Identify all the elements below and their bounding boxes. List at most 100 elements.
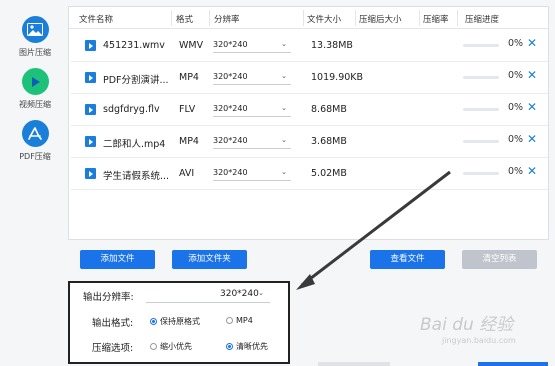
radio-selected-icon	[150, 318, 157, 325]
resolution-select[interactable]: 320*240 ⌄	[213, 69, 291, 85]
table-header: 文件名称 格式 分辨率 文件大小 压缩后大小 压缩率 压缩进度	[69, 7, 548, 29]
radio-unselected-icon	[226, 317, 233, 324]
chevron-down-icon: ⌄	[281, 136, 287, 144]
video-file-icon	[85, 168, 96, 179]
file-size: 3.68MB	[311, 136, 347, 147]
file-format: MP4	[179, 136, 199, 147]
resolution-value: 320*240	[213, 40, 248, 49]
file-format: MP4	[179, 72, 199, 83]
column-divider	[303, 10, 304, 26]
radio-label: MP4	[236, 316, 253, 325]
file-name: 451231.wmv	[103, 40, 165, 51]
video-file-icon	[85, 72, 96, 83]
resolution-value: 320*240	[213, 168, 248, 177]
output-settings: 输出分辨率: 320*240 ⌄ 输出格式: 保持原格式 MP4 压缩选项: 缩…	[68, 281, 290, 364]
radio-label: 保持原格式	[160, 317, 200, 326]
clear-list-button[interactable]: 清空列表	[462, 250, 537, 269]
column-header-compressed-size: 压缩后大小	[359, 15, 402, 25]
file-size: 8.68MB	[311, 104, 347, 115]
format-option-keep-original[interactable]: 保持原格式	[150, 316, 200, 327]
watermark-url: jingyan.baidu.com	[442, 336, 516, 345]
column-header-size: 文件大小	[307, 15, 342, 25]
close-icon[interactable]: ✕	[527, 36, 537, 50]
watermark-logo: Bai du 经验	[420, 315, 514, 335]
chevron-down-icon: ⌄	[281, 168, 287, 176]
add-folder-button[interactable]: 添加文件夹	[172, 250, 247, 269]
column-header-progress: 压缩进度	[465, 15, 500, 25]
column-header-resolution: 分辨率	[214, 15, 240, 25]
column-header-name: 文件名称	[79, 15, 114, 25]
file-name: 学生请假系统...	[103, 171, 170, 182]
column-divider	[457, 10, 458, 26]
file-name: 二郎和人.mp4	[103, 139, 166, 150]
close-icon[interactable]: ✕	[527, 132, 537, 146]
image-icon	[21, 16, 49, 43]
compress-option-smaller[interactable]: 缩小优先	[150, 341, 192, 352]
table-row[interactable]: 451231.wmv WMV 320*240 ⌄ 13.38MB 0% ✕	[71, 31, 548, 62]
resolution-value: 320*240	[213, 72, 248, 81]
add-file-button[interactable]: 添加文件	[80, 250, 155, 269]
resolution-value: 320*240	[213, 104, 248, 113]
output-resolution-value: 320*240	[220, 289, 259, 299]
file-name: PDF分割演讲...	[103, 75, 169, 86]
radio-label: 缩小优先	[160, 342, 192, 351]
radio-label: 清晰优先	[236, 342, 268, 351]
output-resolution-label: 输出分辨率:	[83, 292, 134, 303]
output-format-label: 输出格式:	[92, 318, 134, 329]
resolution-select[interactable]: 320*240 ⌄	[213, 165, 291, 181]
resolution-select[interactable]: 320*240 ⌄	[213, 133, 291, 149]
file-size: 13.38MB	[311, 40, 353, 51]
chevron-down-icon: ⌄	[281, 72, 287, 80]
file-format: AVI	[179, 168, 195, 179]
close-icon[interactable]: ✕	[527, 68, 537, 82]
compress-option-label: 压缩选项:	[92, 343, 134, 354]
file-format: FLV	[179, 104, 196, 115]
progress-bar	[463, 44, 499, 47]
resolution-select[interactable]: 320*240 ⌄	[213, 37, 291, 53]
resolution-value: 320*240	[213, 136, 248, 145]
chevron-down-icon: ⌄	[281, 104, 287, 112]
table-row[interactable]: PDF分割演讲... MP4 320*240 ⌄ 1019.90KB 0% ✕	[71, 63, 548, 94]
progress-bar	[463, 108, 499, 111]
sidebar-item-label: 视频压缩	[19, 100, 51, 109]
chevron-down-icon: ⌄	[258, 289, 264, 297]
column-divider	[171, 10, 172, 26]
compress-option-clarity[interactable]: 清晰优先	[226, 341, 268, 352]
column-divider	[419, 10, 420, 26]
format-option-mp4[interactable]: MP4	[226, 316, 253, 325]
sidebar-item-video-compress[interactable]: 视频压缩	[8, 68, 62, 110]
sidebar-item-pdf-compress[interactable]: PDF压缩	[8, 120, 62, 162]
video-play-icon	[21, 68, 49, 95]
radio-unselected-icon	[150, 343, 157, 350]
column-header-format: 格式	[176, 15, 194, 25]
bottom-edge-fragment	[318, 362, 390, 366]
file-name: sdgfdryg.flv	[103, 104, 160, 115]
column-divider	[209, 10, 210, 26]
bottom-edge-fragment-blue	[478, 362, 548, 366]
close-icon[interactable]: ✕	[527, 100, 537, 114]
table-row[interactable]: sdgfdryg.flv FLV 320*240 ⌄ 8.68MB 0% ✕	[71, 95, 548, 126]
view-files-button[interactable]: 查看文件	[370, 250, 445, 269]
file-format: WMV	[179, 40, 204, 51]
table-row[interactable]: 二郎和人.mp4 MP4 320*240 ⌄ 3.68MB 0% ✕	[71, 127, 548, 158]
column-header-ratio: 压缩率	[423, 15, 449, 25]
close-icon[interactable]: ✕	[527, 164, 537, 178]
sidebar-item-label: 图片压缩	[19, 48, 51, 57]
pdf-icon	[21, 120, 49, 147]
video-file-icon	[85, 40, 96, 51]
file-size: 1019.90KB	[311, 72, 364, 83]
sidebar: 图片压缩 视频压缩 PDF压缩	[0, 0, 66, 366]
sidebar-item-label: PDF压缩	[19, 152, 51, 161]
watermark: Bai du 经验 jingyan.baidu.com	[420, 306, 550, 356]
table-row[interactable]: 学生请假系统... AVI 320*240 ⌄ 5.02MB 0% ✕	[71, 159, 548, 190]
output-resolution-select[interactable]: 320*240 ⌄	[146, 289, 270, 303]
sidebar-item-image-compress[interactable]: 图片压缩	[8, 16, 62, 58]
column-divider	[355, 10, 356, 26]
progress-bar	[463, 76, 499, 79]
video-file-icon	[85, 136, 96, 147]
file-size: 5.02MB	[311, 168, 347, 179]
video-file-icon	[85, 104, 96, 115]
progress-percent: 0%	[508, 166, 524, 177]
file-list-panel: 文件名称 格式 分辨率 文件大小 压缩后大小 压缩率 压缩进度 451231.w…	[68, 6, 549, 240]
resolution-select[interactable]: 320*240 ⌄	[213, 101, 291, 117]
